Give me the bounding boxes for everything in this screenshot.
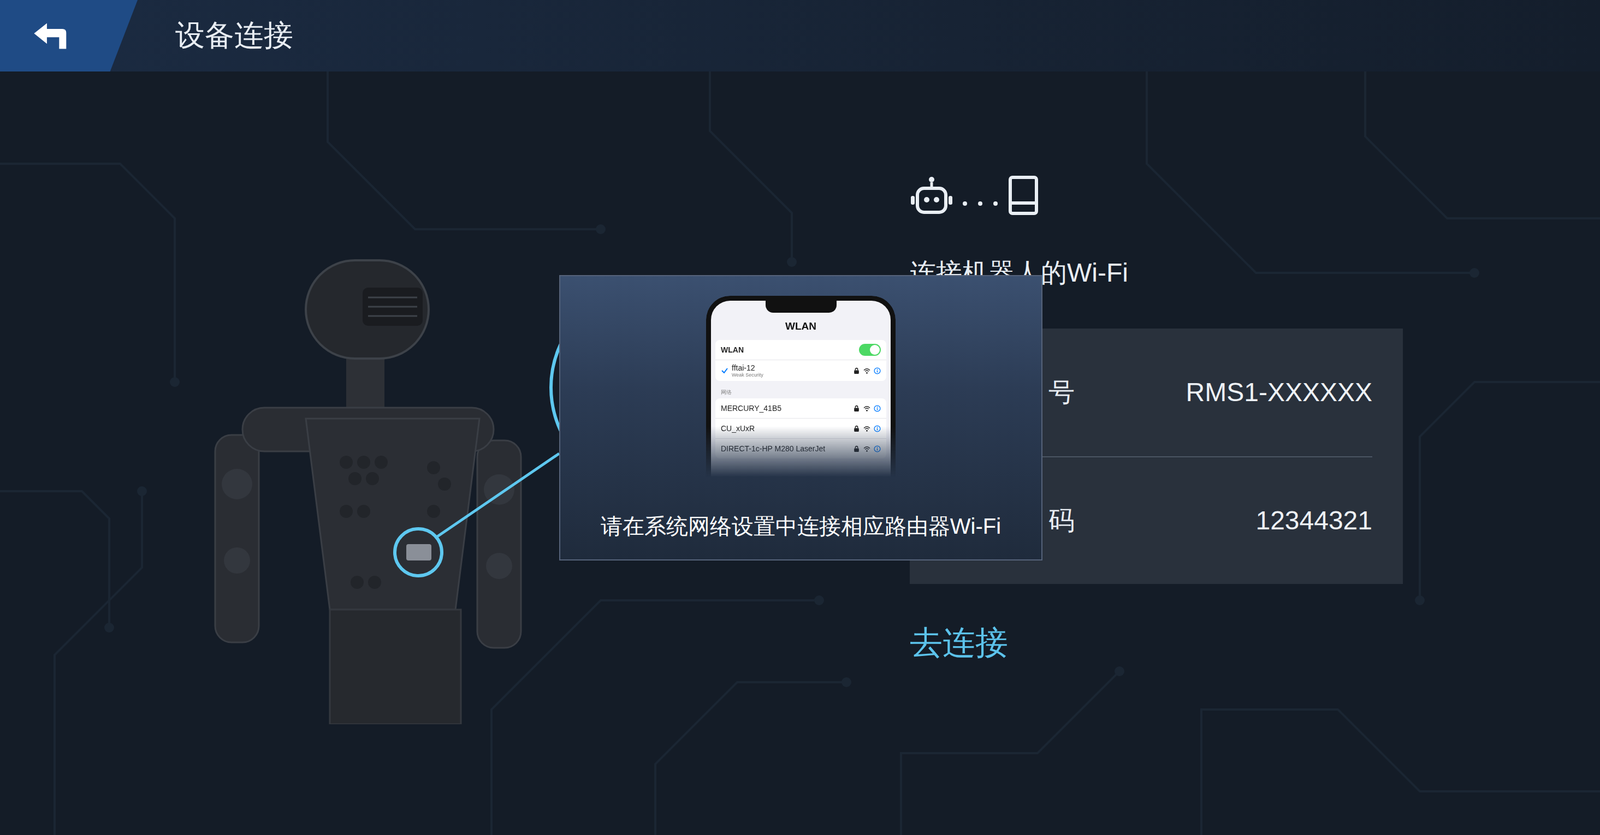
network-row: DIRECT-1c-HP M280 LaserJet xyxy=(715,438,887,459)
dots-icon xyxy=(961,199,1000,208)
connection-icons xyxy=(909,176,1040,215)
info-icon xyxy=(873,367,881,375)
network-row: CU_xUxR xyxy=(715,418,887,439)
checkmark-icon xyxy=(720,366,729,375)
tooltip-caption: 请在系统网络设置中连接相应路由器Wi-Fi xyxy=(600,513,1001,540)
robot-icon xyxy=(909,175,954,216)
credential-value: RMS1-XXXXXX xyxy=(1186,377,1373,408)
wifi-icon xyxy=(863,367,871,375)
wlan-group: WLAN fftai-12Weak Security xyxy=(715,340,887,382)
phone-icon xyxy=(1006,175,1040,216)
robot-image xyxy=(204,255,532,725)
page-title: 设备连接 xyxy=(175,15,294,56)
lock-icon xyxy=(852,425,861,433)
phone-status-bar xyxy=(710,300,891,318)
info-icon xyxy=(873,425,881,433)
phone-title: WLAN xyxy=(710,320,891,333)
networks-section-label: 网络 xyxy=(720,388,881,397)
device-connection-screen: 设备连接连接机器人的Wi-Fi号RMS1-XXXXXX码12344321去连接W… xyxy=(0,0,1600,835)
connected-network-row: fftai-12Weak Security xyxy=(715,359,887,382)
wifi-tooltip: WLANWLANfftai-12Weak Security网络MERCURY_4… xyxy=(559,275,1043,561)
lock-icon xyxy=(852,405,861,413)
top-bar: 设备连接 xyxy=(0,0,1600,72)
back-button[interactable] xyxy=(0,0,138,72)
lock-icon xyxy=(852,445,861,453)
credential-value: 12344321 xyxy=(1255,505,1373,536)
phone-notch xyxy=(765,300,837,313)
connected-network: fftai-12Weak Security xyxy=(731,363,850,378)
wifi-icon xyxy=(863,425,871,433)
network-name: MERCURY_41B5 xyxy=(720,404,850,413)
toggle-label: WLAN xyxy=(720,345,856,355)
phone-screenshot: WLANWLANfftai-12Weak Security网络MERCURY_4… xyxy=(706,295,896,478)
network-row: MERCURY_41B5 xyxy=(715,398,887,419)
network-name: DIRECT-1c-HP M280 LaserJet xyxy=(720,444,850,454)
robot-figure xyxy=(204,255,532,725)
network-name: fftai-12 xyxy=(731,363,850,373)
toggle-knob xyxy=(869,345,880,355)
info-icon xyxy=(873,405,881,413)
wifi-icon xyxy=(863,405,871,413)
networks-group: MERCURY_41B5 CU_xUxR DIRECT-1c-HP M280 Las… xyxy=(715,398,887,459)
wifi-icon xyxy=(863,445,871,453)
connect-link[interactable]: 去连接 xyxy=(909,623,1009,663)
network-subtitle: Weak Security xyxy=(731,372,850,378)
wlan-toggle xyxy=(858,344,881,357)
back-arrow-icon[interactable] xyxy=(32,21,69,51)
network-name: CU_xUxR xyxy=(720,424,850,434)
lock-icon xyxy=(852,367,861,375)
info-icon xyxy=(873,445,881,453)
wlan-toggle-row: WLAN xyxy=(715,340,887,360)
